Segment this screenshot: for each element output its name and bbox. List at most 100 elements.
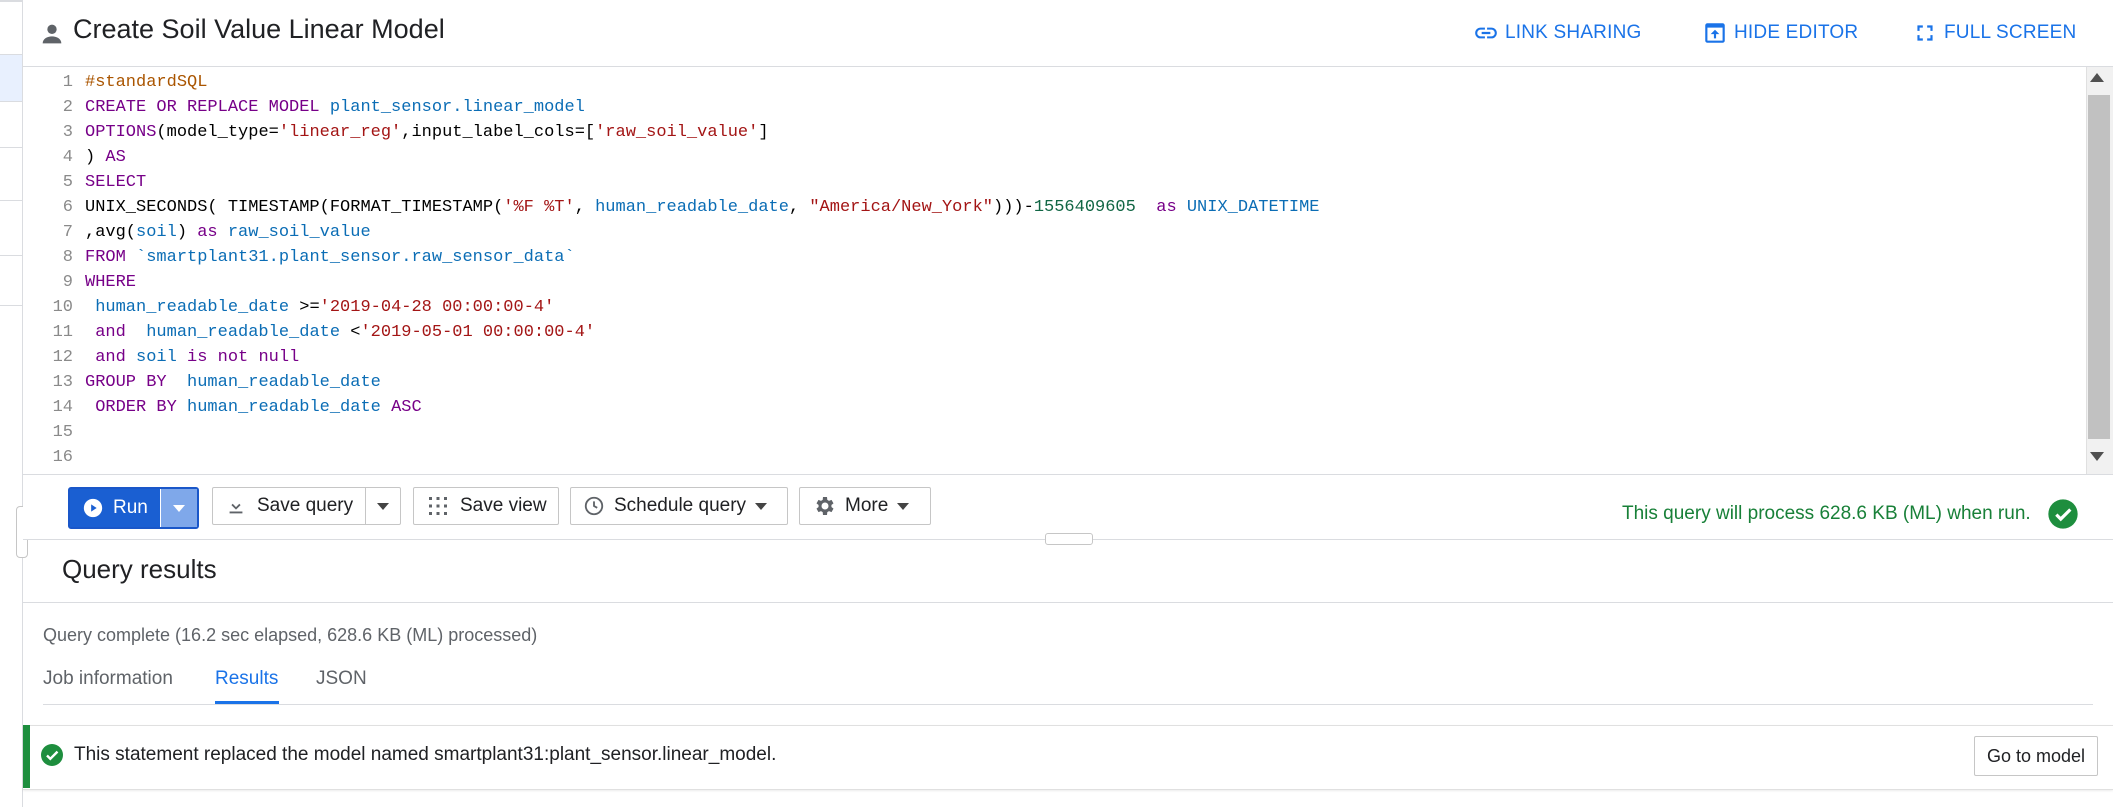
tab-job-information-label: Job information — [43, 668, 173, 689]
line-number: 1 — [62, 73, 73, 92]
save-query-button[interactable]: Save query — [213, 488, 365, 524]
code-token: human_readable_date — [85, 298, 300, 317]
code-token: 'raw_soil_value' — [595, 123, 759, 142]
code-line[interactable]: human_readable_date >='2019-04-28 00:00:… — [85, 298, 554, 317]
code-line[interactable]: and human_readable_date <'2019-05-01 00:… — [85, 323, 595, 342]
line-number: 8 — [62, 248, 73, 267]
tab-job-information[interactable]: Job information — [43, 668, 173, 690]
line-number: 12 — [52, 348, 73, 367]
code-line[interactable]: and soil is not null — [85, 348, 299, 367]
code-token: ,input_label_cols=[ — [401, 123, 596, 142]
code-token: AS — [105, 148, 126, 167]
line-number: 9 — [62, 273, 73, 292]
download-icon — [229, 497, 243, 514]
code-token: < — [350, 323, 361, 342]
line-number: 10 — [52, 298, 73, 317]
code-token: ) — [85, 148, 106, 167]
save-query-dropdown[interactable] — [365, 488, 400, 524]
link-sharing-button[interactable]: LINK SHARING — [1473, 20, 1642, 46]
run-button-group: Run — [68, 487, 199, 529]
scroll-up-arrow-icon[interactable] — [2090, 73, 2104, 82]
save-view-label: Save view — [460, 495, 547, 516]
code-line[interactable]: FROM `smartplant31.plant_sensor.raw_sens… — [85, 248, 575, 267]
code-token: and — [85, 323, 137, 342]
tabs-divider — [43, 704, 2093, 705]
code-token: as — [1156, 198, 1187, 217]
code-token: OPTIONS — [85, 123, 157, 142]
chevron-down-icon — [172, 504, 185, 512]
run-label: Run — [113, 497, 148, 518]
line-number: 3 — [62, 123, 73, 142]
left-panel-selected-item[interactable] — [0, 55, 22, 101]
panel-resize-grip[interactable] — [1045, 533, 1093, 545]
link-sharing-label: LINK SHARING — [1505, 22, 1642, 43]
code-line[interactable]: WHERE — [85, 273, 136, 292]
code-line[interactable]: ) AS — [85, 148, 126, 167]
code-token: human_readable_date — [176, 373, 381, 392]
schedule-query-label: Schedule query — [614, 495, 747, 516]
tab-json[interactable]: JSON — [316, 668, 367, 690]
line-number: 13 — [52, 373, 73, 392]
line-number: 14 — [52, 398, 73, 417]
code-token: human_readable_date — [136, 323, 351, 342]
line-number: 7 — [62, 223, 73, 242]
code-token: ,avg( — [85, 223, 137, 242]
check-circle-icon — [41, 744, 63, 766]
hide-editor-button[interactable]: HIDE EDITOR — [1702, 20, 1858, 46]
editor-scrollbar-thumb[interactable] — [2088, 95, 2110, 439]
code-token: ORDER BY — [85, 398, 188, 417]
code-token: #standardSQL — [85, 73, 208, 92]
success-notice-text: This statement replaced the model named … — [74, 744, 777, 765]
query-title: Create Soil Value Linear Model — [73, 14, 445, 44]
tab-results-label: Results — [215, 668, 279, 689]
line-number: 5 — [62, 173, 73, 192]
scroll-down-arrow-icon[interactable] — [2090, 452, 2104, 461]
left-panel-strip — [0, 0, 23, 807]
clock-icon — [584, 496, 604, 516]
line-number: 6 — [62, 198, 73, 217]
line-number: 16 — [52, 448, 73, 467]
code-line[interactable]: ,avg(soil) as raw_soil_value — [85, 223, 371, 242]
save-query-label: Save query — [257, 495, 354, 516]
grid-dots-icon — [429, 497, 447, 515]
tab-json-label: JSON — [316, 668, 367, 689]
line-number: 4 — [62, 148, 73, 167]
save-view-button[interactable]: Save view — [413, 487, 559, 525]
code-token: , — [788, 198, 810, 217]
code-token: soil — [136, 348, 188, 367]
code-line[interactable]: ORDER BY human_readable_date ASC — [85, 398, 422, 417]
results-divider — [23, 602, 2113, 603]
run-button[interactable]: Run — [70, 489, 161, 527]
code-line[interactable]: GROUP BY human_readable_date — [85, 373, 381, 392]
check-circle-icon — [2048, 499, 2078, 529]
code-token: and — [85, 348, 137, 367]
code-token: UNIX_SECONDS( TIMESTAMP(FORMAT_TIMESTAMP… — [85, 198, 504, 217]
code-token: `smartplant31.plant_sensor.raw_sensor_da… — [136, 248, 575, 267]
chevron-down-icon — [377, 502, 390, 510]
chevron-down-icon — [755, 502, 768, 510]
code-token: soil — [136, 223, 177, 242]
code-token: 1556409605 — [1033, 198, 1136, 217]
code-line[interactable]: SELECT — [85, 173, 146, 192]
full-screen-label: FULL SCREEN — [1944, 22, 2077, 43]
more-button[interactable]: More — [799, 487, 931, 525]
code-token: plant_sensor.linear_model — [329, 98, 585, 117]
code-token: SELECT — [85, 173, 147, 192]
link-icon — [1475, 27, 1497, 39]
go-to-model-button[interactable]: Go to model — [1974, 736, 2099, 776]
code-token: GROUP BY — [85, 373, 177, 392]
code-token: ASC — [391, 398, 422, 417]
code-line[interactable]: UNIX_SECONDS( TIMESTAMP(FORMAT_TIMESTAMP… — [85, 198, 1319, 217]
code-line[interactable]: OPTIONS(model_type='linear_reg',input_la… — [85, 123, 769, 142]
tab-results[interactable]: Results — [215, 668, 278, 690]
code-token: "America/New_York" — [809, 198, 993, 217]
code-token: UNIX_DATETIME — [1186, 198, 1320, 217]
code-line[interactable]: #standardSQL — [85, 73, 207, 92]
full-screen-button[interactable]: FULL SCREEN — [1912, 20, 2076, 46]
schedule-query-button[interactable]: Schedule query — [570, 487, 788, 525]
code-line[interactable]: CREATE OR REPLACE MODEL plant_sensor.lin… — [85, 98, 585, 117]
chevron-down-icon — [897, 502, 910, 510]
run-options-dropdown[interactable] — [160, 489, 197, 527]
code-token: raw_soil_value — [227, 223, 371, 242]
hide-editor-label: HIDE EDITOR — [1734, 22, 1859, 43]
